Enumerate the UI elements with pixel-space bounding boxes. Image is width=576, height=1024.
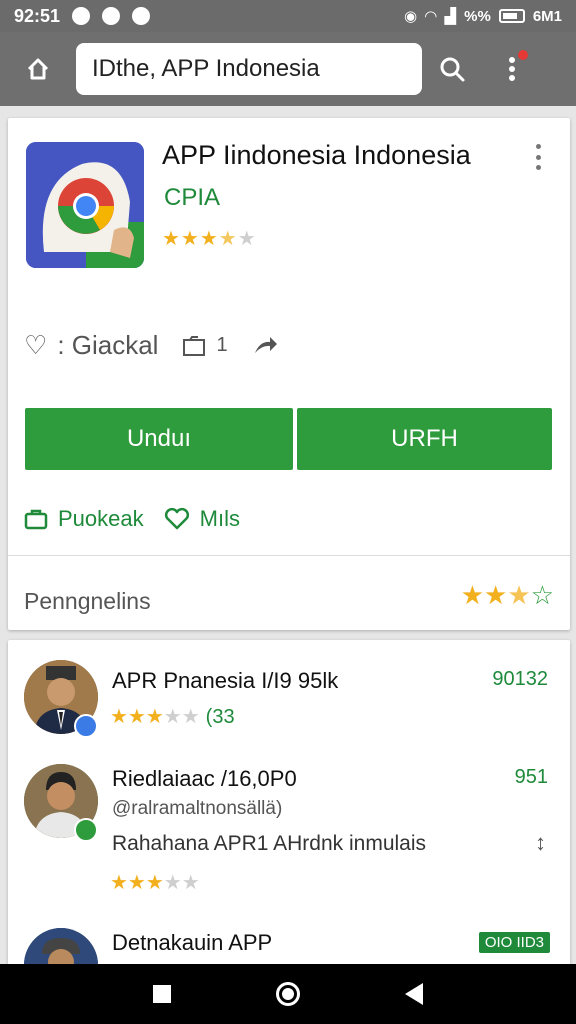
home-button[interactable] <box>0 32 76 106</box>
more-menu-button[interactable] <box>482 32 542 106</box>
reviewer-name: Detnakauin APP <box>112 930 273 955</box>
search-text: IDthe, APP Indonesia <box>92 55 320 82</box>
more-vert-icon <box>509 57 515 81</box>
meta-count: 1 <box>216 334 228 356</box>
review-stars: ★★★★★ <box>110 872 200 894</box>
meta-text: : Giackal <box>57 330 159 360</box>
review-item[interactable]: Riedlaiaac /16,0P0 951 @ralramaltnonsäll… <box>24 764 554 924</box>
developer-link[interactable]: CPIA <box>164 184 220 212</box>
search-button[interactable] <box>422 32 482 106</box>
verified-badge-icon <box>74 818 98 842</box>
search-input[interactable]: IDthe, APP Indonesia <box>76 43 422 95</box>
search-icon <box>440 57 465 82</box>
install-button[interactable]: Unduı <box>25 408 293 470</box>
status-time: 92:51 <box>14 5 61 26</box>
reviewer-name: Riedlaiaac /16,0P0 <box>112 766 297 791</box>
toolbar: IDthe, APP Indonesia <box>0 32 576 106</box>
review-badge: OIO IID3 <box>478 932 550 953</box>
chrome-logo-icon <box>26 142 144 268</box>
app-notification-icon <box>132 7 151 25</box>
reviewer-name: APR Pnanesia I/I9 95lk <box>112 668 339 693</box>
review-count: 951 <box>514 766 548 788</box>
home-icon <box>27 58 49 80</box>
reviewer-handle: @ralramaltnonsällä) <box>112 798 283 819</box>
divider <box>8 555 570 556</box>
link-left[interactable]: Puokeak <box>58 506 144 532</box>
home-nav-button[interactable] <box>275 982 300 1006</box>
status-percent: %% <box>464 7 491 25</box>
heart-outline-icon <box>164 507 189 530</box>
ratings-section-label: Penngnelins <box>24 588 151 614</box>
ratings-summary-stars[interactable]: ★★★☆ <box>461 580 554 611</box>
notification-icon <box>72 7 91 25</box>
signal-icon: ▟ <box>444 8 457 25</box>
app-rating-stars: ★★★★★ <box>162 228 257 250</box>
folder-icon <box>183 335 206 356</box>
review-text: Rahahana APR1 AHrdnk inmulais <box>112 832 427 855</box>
app-meta-row: ♡ : Giackal 1 <box>24 330 278 361</box>
app-links-row: Puokeak Mıls <box>24 506 240 532</box>
review-extra: (33 <box>205 706 235 728</box>
facebook-icon <box>102 7 121 25</box>
app-details-card: APP Iindonesia Indonesia CPIA ★★★★★ ♡ : … <box>8 118 570 630</box>
recents-button[interactable] <box>152 985 171 1003</box>
vibrate-icon: ◉ <box>403 8 418 25</box>
bag-icon <box>24 509 48 530</box>
notification-dot <box>518 50 528 60</box>
status-bar: 92:51 ◉ ◠ ▟ %% 6M1 <box>0 0 576 32</box>
status-right-time: 6M1 <box>532 7 562 25</box>
review-item[interactable]: Detnakauin APP OIO IID3 <box>24 928 554 1002</box>
back-nav-button[interactable] <box>405 983 424 1005</box>
review-stars: ★★★★★ (33 <box>110 706 235 728</box>
wifi-icon: ◠ <box>425 8 437 25</box>
heart-icon[interactable]: ♡ <box>24 330 47 361</box>
reviews-card: APR Pnanesia I/I9 95lk 90132 ★★★★★ (33 Ri… <box>8 640 570 1002</box>
expand-arrow-icon[interactable]: ↕ <box>535 830 546 856</box>
app-overflow-menu[interactable] <box>528 144 548 170</box>
link-right[interactable]: Mıls <box>200 506 240 532</box>
system-nav-bar <box>0 964 576 1024</box>
review-item[interactable]: APR Pnanesia I/I9 95lk 90132 ★★★★★ (33 <box>24 660 554 760</box>
share-icon[interactable] <box>252 335 278 357</box>
app-icon[interactable] <box>26 142 144 268</box>
review-count: 90132 <box>492 668 548 690</box>
app-title: APP Iindonesia Indonesia <box>162 140 471 170</box>
secondary-action-button[interactable]: URFH <box>297 408 552 470</box>
battery-icon <box>498 9 525 23</box>
messenger-badge-icon <box>74 714 98 738</box>
